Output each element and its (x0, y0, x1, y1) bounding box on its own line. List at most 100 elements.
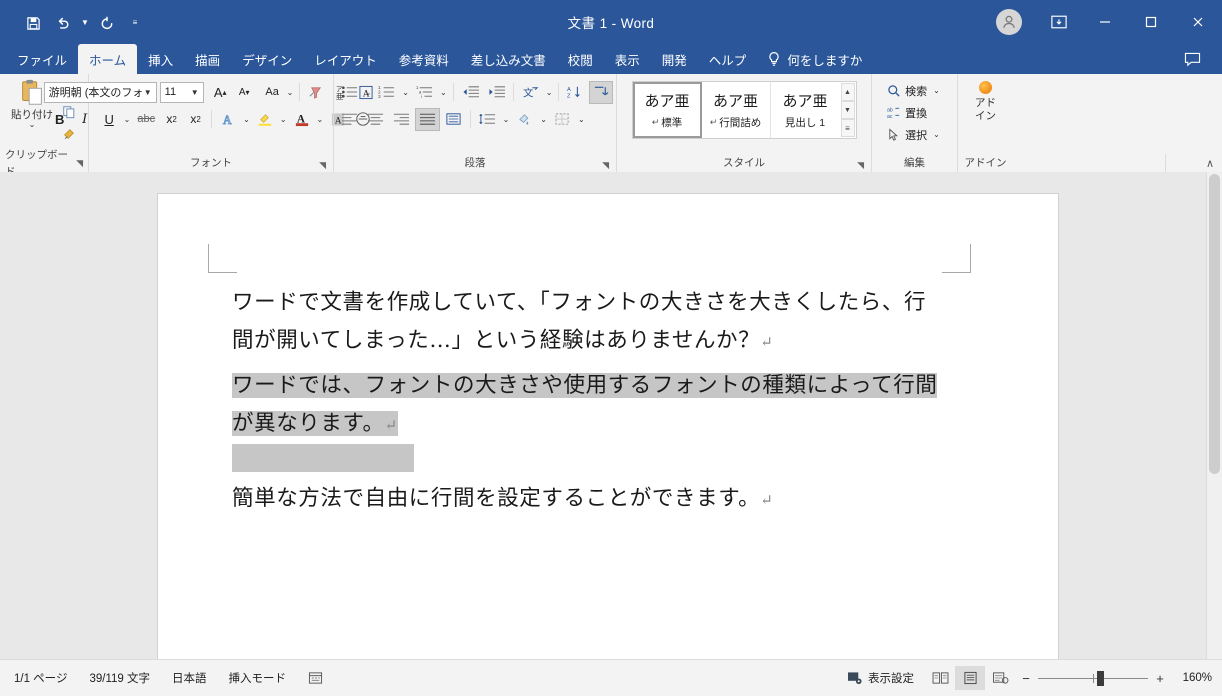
font-dialog-launcher-icon[interactable]: ◥ (319, 161, 326, 170)
grow-font-button[interactable]: A ▴ (209, 81, 232, 104)
replace-button[interactable]: ab ac 置換 (887, 102, 942, 123)
line-spacing-dropdown-icon[interactable]: ⌄ (501, 115, 512, 124)
increase-indent-icon[interactable] (484, 81, 509, 104)
undo-dropdown-icon[interactable]: ▼ (78, 10, 92, 36)
view-settings-button[interactable]: 表示設定 (836, 670, 925, 686)
tab-mailings[interactable]: 差し込み文書 (460, 44, 557, 74)
tab-design[interactable]: デザイン (231, 44, 303, 74)
status-language[interactable]: 日本語 (161, 670, 218, 686)
numbered-list-icon[interactable]: 123 (374, 81, 399, 104)
text-highlight-icon[interactable] (253, 108, 277, 131)
zoom-slider-thumb[interactable] (1097, 670, 1104, 686)
font-color-dropdown-icon[interactable]: ⌄ (315, 115, 326, 124)
line-spacing-icon[interactable] (475, 108, 500, 131)
comments-icon[interactable] (1172, 44, 1212, 74)
style-normal[interactable]: あア亜 ↵ 標準 (632, 82, 702, 138)
find-dropdown-icon[interactable]: ⌄ (931, 86, 942, 95)
align-right-icon[interactable] (389, 108, 414, 131)
select-dropdown-icon[interactable]: ⌄ (931, 130, 942, 139)
justify-icon[interactable] (414, 107, 440, 131)
print-layout-button[interactable] (955, 666, 985, 690)
undo-icon[interactable] (48, 10, 78, 36)
asian-layout-icon[interactable]: 文 (518, 81, 543, 104)
font-color-icon[interactable]: A (290, 108, 314, 131)
align-left-icon[interactable] (337, 108, 362, 131)
collapse-ribbon-icon[interactable]: ∧ (1206, 157, 1214, 170)
multilevel-list-icon[interactable]: 1ai (412, 81, 437, 104)
asian-layout-dropdown-icon[interactable]: ⌄ (544, 88, 555, 97)
styles-dialog-launcher-icon[interactable]: ◥ (857, 161, 864, 170)
tab-draw[interactable]: 描画 (184, 44, 231, 74)
addin-button[interactable]: アド イン (963, 81, 1009, 123)
superscript-button[interactable]: x2 (184, 108, 207, 131)
underline-button[interactable]: U (98, 108, 121, 131)
tab-insert[interactable]: 挿入 (137, 44, 184, 74)
proofing-icon[interactable] (297, 671, 334, 685)
decrease-indent-icon[interactable] (458, 81, 483, 104)
strikethrough-button[interactable]: abc (133, 108, 159, 131)
zoom-in-button[interactable]: + (1155, 671, 1165, 686)
style-heading-1[interactable]: あア亜 見出し 1 (771, 82, 840, 138)
web-layout-button[interactable] (985, 666, 1015, 690)
shading-icon[interactable] (512, 108, 537, 131)
zoom-control[interactable]: − + 160% (1015, 670, 1222, 686)
status-word-count[interactable]: 39/119 文字 (78, 670, 161, 686)
account-avatar-icon[interactable] (996, 9, 1022, 35)
distribute-icon[interactable] (441, 108, 466, 131)
document-text[interactable]: ワードで文書を作成していて、「フォントの大きさを大きくしたら、行 間が開いてしま… (232, 284, 992, 519)
tab-help[interactable]: ヘルプ (698, 44, 758, 74)
align-center-icon[interactable] (363, 108, 388, 131)
italic-button[interactable]: I (73, 108, 97, 131)
minimize-button[interactable] (1082, 0, 1128, 44)
close-button[interactable] (1174, 0, 1222, 44)
borders-icon[interactable] (550, 108, 575, 131)
paragraph-2[interactable]: ワードでは、フォントの大きさや使用するフォントの種類によって行間 が異なります。… (232, 367, 992, 472)
qat-more-icon[interactable]: ≡ (128, 10, 142, 36)
zoom-slider[interactable] (1038, 670, 1148, 686)
chevron-down-icon[interactable]: ▼ (142, 88, 154, 97)
font-size-combo[interactable]: 11 ▼ (159, 81, 204, 103)
tab-references[interactable]: 参考資料 (388, 44, 460, 74)
show-formatting-marks-icon[interactable] (589, 80, 614, 104)
subscript-button[interactable]: x2 (160, 108, 183, 131)
zoom-level-label[interactable]: 160% (1172, 672, 1212, 684)
tab-developer[interactable]: 開発 (651, 44, 698, 74)
find-button[interactable]: 検索 ⌄ (887, 80, 942, 101)
shrink-font-button[interactable]: A ▾ (233, 81, 256, 104)
zoom-out-button[interactable]: − (1021, 671, 1031, 686)
maximize-button[interactable] (1128, 0, 1174, 44)
tab-layout[interactable]: レイアウト (303, 44, 388, 74)
document-page[interactable]: ワードで文書を作成していて、「フォントの大きさを大きくしたら、行 間が開いてしま… (158, 194, 1058, 659)
change-case-button[interactable]: Aa (261, 81, 284, 104)
paste-dropdown-icon[interactable]: ⌄ (29, 121, 36, 129)
numbering-dropdown-icon[interactable]: ⌄ (400, 88, 411, 97)
clipboard-dialog-launcher-icon[interactable]: ◥ (76, 159, 83, 168)
text-effects-dropdown-icon[interactable]: ⌄ (241, 115, 252, 124)
change-case-dropdown-icon[interactable]: ⌄ (285, 88, 296, 97)
style-no-spacing[interactable]: あア亜 ↵ 行間詰め (702, 82, 771, 138)
sort-icon[interactable]: AZ (563, 81, 588, 104)
tab-file[interactable]: ファイル (6, 44, 78, 74)
font-name-combo[interactable]: 游明朝 (本文のフォン ▼ (43, 81, 157, 103)
text-effects-icon[interactable]: A (216, 108, 240, 131)
select-button[interactable]: 選択 ⌄ (887, 124, 942, 145)
status-insert-mode[interactable]: 挿入モード (217, 670, 297, 686)
borders-dropdown-icon[interactable]: ⌄ (576, 115, 587, 124)
clear-formatting-icon[interactable] (304, 81, 328, 104)
styles-more-icon[interactable]: ≡ (840, 119, 855, 137)
styles-scroll-down-icon[interactable]: ▼ (840, 101, 855, 119)
bold-button[interactable]: B (48, 108, 72, 131)
bullets-dropdown-icon[interactable]: ⌄ (363, 88, 374, 97)
read-mode-button[interactable] (925, 666, 955, 690)
ribbon-display-options-icon[interactable] (1036, 0, 1082, 44)
multilevel-dropdown-icon[interactable]: ⌄ (438, 88, 449, 97)
status-page-number[interactable]: 1/1 ページ (0, 670, 78, 686)
chevron-down-icon[interactable]: ▼ (189, 88, 201, 97)
tell-me-box[interactable]: 何をしますか (757, 44, 872, 74)
tab-review[interactable]: 校閲 (557, 44, 604, 74)
highlight-dropdown-icon[interactable]: ⌄ (278, 115, 289, 124)
save-icon[interactable] (18, 10, 48, 36)
tab-view[interactable]: 表示 (604, 44, 651, 74)
underline-dropdown-icon[interactable]: ⌄ (122, 115, 133, 124)
scrollbar-thumb[interactable] (1209, 174, 1220, 474)
